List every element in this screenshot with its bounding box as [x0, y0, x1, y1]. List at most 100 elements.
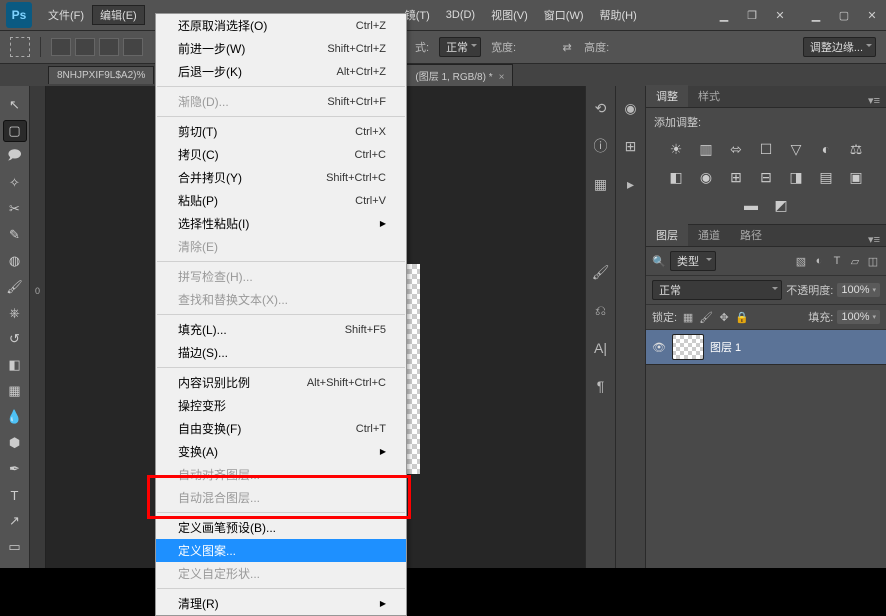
menu-item[interactable]: 填充(L)...Shift+F5 — [156, 318, 406, 341]
menu-item[interactable]: 操控变形 — [156, 394, 406, 417]
menu-item[interactable]: 粘贴(P)Ctrl+V — [156, 189, 406, 212]
posterize-icon[interactable]: ▤ — [816, 168, 836, 186]
filter-pixel-icon[interactable]: ▧ — [794, 254, 808, 268]
gradient-tool[interactable]: ▦ — [3, 380, 27, 402]
dodge-tool[interactable]: ⬢ — [3, 432, 27, 454]
menu-item[interactable]: 选择性粘贴(I)▶ — [156, 212, 406, 235]
menu-item[interactable]: 内容识别比例Alt+Shift+Ctrl+C — [156, 371, 406, 394]
balance-icon[interactable]: ⚖ — [846, 140, 866, 158]
crop-tool[interactable]: ✂ — [3, 198, 27, 220]
lasso-tool[interactable]: 🗩 — [3, 146, 27, 168]
tab-adjustments[interactable]: 调整 — [646, 85, 688, 107]
tab-channels[interactable]: 通道 — [688, 224, 730, 246]
history-brush-tool[interactable]: ↺ — [3, 328, 27, 350]
filter-adj-icon[interactable]: ◐ — [812, 254, 826, 268]
levels-icon[interactable]: ▥ — [696, 140, 716, 158]
document-tab-2[interactable]: (图层 1, RGB/8) *× — [406, 64, 513, 86]
panel-menu-icon[interactable]: ▾≡ — [862, 94, 886, 107]
marquee-tool[interactable]: ▢ — [3, 120, 27, 142]
menu-item[interactable]: 前进一步(W)Shift+Ctrl+Z — [156, 37, 406, 60]
fill-value[interactable]: 100% — [837, 310, 880, 324]
tool-preset-icon[interactable] — [10, 37, 30, 57]
filter-shape-icon[interactable]: ▱ — [848, 254, 862, 268]
exposure-icon[interactable]: ☐ — [756, 140, 776, 158]
type-tool[interactable]: T — [3, 484, 27, 506]
tab-layers[interactable]: 图层 — [646, 224, 688, 246]
wand-tool[interactable]: ✧ — [3, 172, 27, 194]
bw-icon[interactable]: ◧ — [666, 168, 686, 186]
move-tool[interactable]: ↖ — [3, 94, 27, 116]
panel-menu-icon[interactable]: ▾≡ — [862, 233, 886, 246]
navigator-icon[interactable]: ⊞ — [621, 136, 641, 156]
actions-icon[interactable]: ▸ — [621, 174, 641, 194]
doc-minimize-icon[interactable]: ▁ — [710, 6, 738, 24]
character-icon[interactable]: A| — [591, 338, 611, 358]
healing-tool[interactable]: ◍ — [3, 250, 27, 272]
info-icon[interactable]: ⓘ — [591, 136, 611, 156]
filter-dropdown[interactable]: 类型 — [670, 251, 716, 271]
photo-filter-icon[interactable]: ◉ — [696, 168, 716, 186]
menu-edit[interactable]: 编辑(E) — [92, 5, 145, 25]
mode-dropdown[interactable]: 正常 — [439, 37, 481, 57]
menu-item[interactable]: 描边(S)... — [156, 341, 406, 364]
brightness-icon[interactable]: ☀ — [666, 140, 686, 158]
lock-pixel-icon[interactable]: 🖌 — [699, 310, 713, 324]
menu-item[interactable]: 定义画笔预设(B)... — [156, 516, 406, 539]
stamp-tool[interactable]: ⎈ — [3, 302, 27, 324]
doc-close-icon[interactable]: ✕ — [766, 6, 794, 24]
blend-mode-dropdown[interactable]: 正常 — [652, 280, 782, 300]
document-tab-1[interactable]: 8NHJPXIF9L$A2)% — [48, 66, 154, 84]
menu-item[interactable]: 剪切(T)Ctrl+X — [156, 120, 406, 143]
vibrance-icon[interactable]: ▽ — [786, 140, 806, 158]
maximize-icon[interactable]: ▢ — [830, 6, 858, 24]
menu-help[interactable]: 帮助(H) — [592, 5, 645, 25]
clone-icon[interactable]: ⎌ — [591, 300, 611, 320]
visibility-icon[interactable]: 👁 — [652, 341, 666, 354]
brush-icon[interactable]: 🖌 — [591, 262, 611, 282]
paragraph-icon[interactable]: ¶ — [591, 376, 611, 396]
swap-icon[interactable]: ⇄ — [560, 40, 574, 54]
menu-item[interactable]: 合并拷贝(Y)Shift+Ctrl+C — [156, 166, 406, 189]
menu-item[interactable]: 拷贝(C)Ctrl+C — [156, 143, 406, 166]
gradient-map-icon[interactable]: ▬ — [741, 196, 761, 214]
shape-tool[interactable]: ▭ — [3, 536, 27, 558]
lookup-icon[interactable]: ⊟ — [756, 168, 776, 186]
layer-thumbnail[interactable] — [672, 334, 704, 360]
lock-trans-icon[interactable]: ▦ — [681, 310, 695, 324]
color-icon[interactable]: ◉ — [621, 98, 641, 118]
eyedropper-tool[interactable]: ✎ — [3, 224, 27, 246]
blur-tool[interactable]: 💧 — [3, 406, 27, 428]
menu-item[interactable]: 定义图案... — [156, 539, 406, 562]
invert-icon[interactable]: ◨ — [786, 168, 806, 186]
doc-restore-icon[interactable]: ❐ — [738, 6, 766, 24]
history-icon[interactable]: ⟲ — [591, 98, 611, 118]
tab-styles[interactable]: 样式 — [688, 85, 730, 107]
menu-item[interactable]: 自由变换(F)Ctrl+T — [156, 417, 406, 440]
lock-pos-icon[interactable]: ✥ — [717, 310, 731, 324]
tab-paths[interactable]: 路径 — [730, 224, 772, 246]
path-tool[interactable]: ↗ — [3, 510, 27, 532]
mixer-icon[interactable]: ⊞ — [726, 168, 746, 186]
menu-item[interactable]: 后退一步(K)Alt+Ctrl+Z — [156, 60, 406, 83]
lock-all-icon[interactable]: 🔒 — [735, 310, 749, 324]
brush-tool[interactable]: 🖌 — [3, 276, 27, 298]
swatches-icon[interactable]: ▦ — [591, 174, 611, 194]
menu-item[interactable]: 清理(R)▶ — [156, 592, 406, 615]
close-icon[interactable]: ✕ — [858, 6, 886, 24]
threshold-icon[interactable]: ▣ — [846, 168, 866, 186]
layer-row[interactable]: 👁 图层 1 — [646, 330, 886, 364]
menu-item[interactable]: 还原取消选择(O)Ctrl+Z — [156, 14, 406, 37]
refine-edge-button[interactable]: 调整边缘... — [803, 37, 876, 57]
selective-icon[interactable]: ◩ — [771, 196, 791, 214]
menu-file[interactable]: 文件(F) — [40, 5, 92, 25]
menu-3d[interactable]: 3D(D) — [438, 7, 483, 23]
eraser-tool[interactable]: ◧ — [3, 354, 27, 376]
tab-close-icon[interactable]: × — [499, 72, 505, 83]
selection-mode-icons[interactable] — [51, 38, 143, 56]
hue-icon[interactable]: ◐ — [816, 140, 836, 158]
curves-icon[interactable]: ⬄ — [726, 140, 746, 158]
filter-smart-icon[interactable]: ◫ — [866, 254, 880, 268]
menu-item[interactable]: 变换(A)▶ — [156, 440, 406, 463]
pen-tool[interactable]: ✒ — [3, 458, 27, 480]
minimize-icon[interactable]: ▁ — [802, 6, 830, 24]
